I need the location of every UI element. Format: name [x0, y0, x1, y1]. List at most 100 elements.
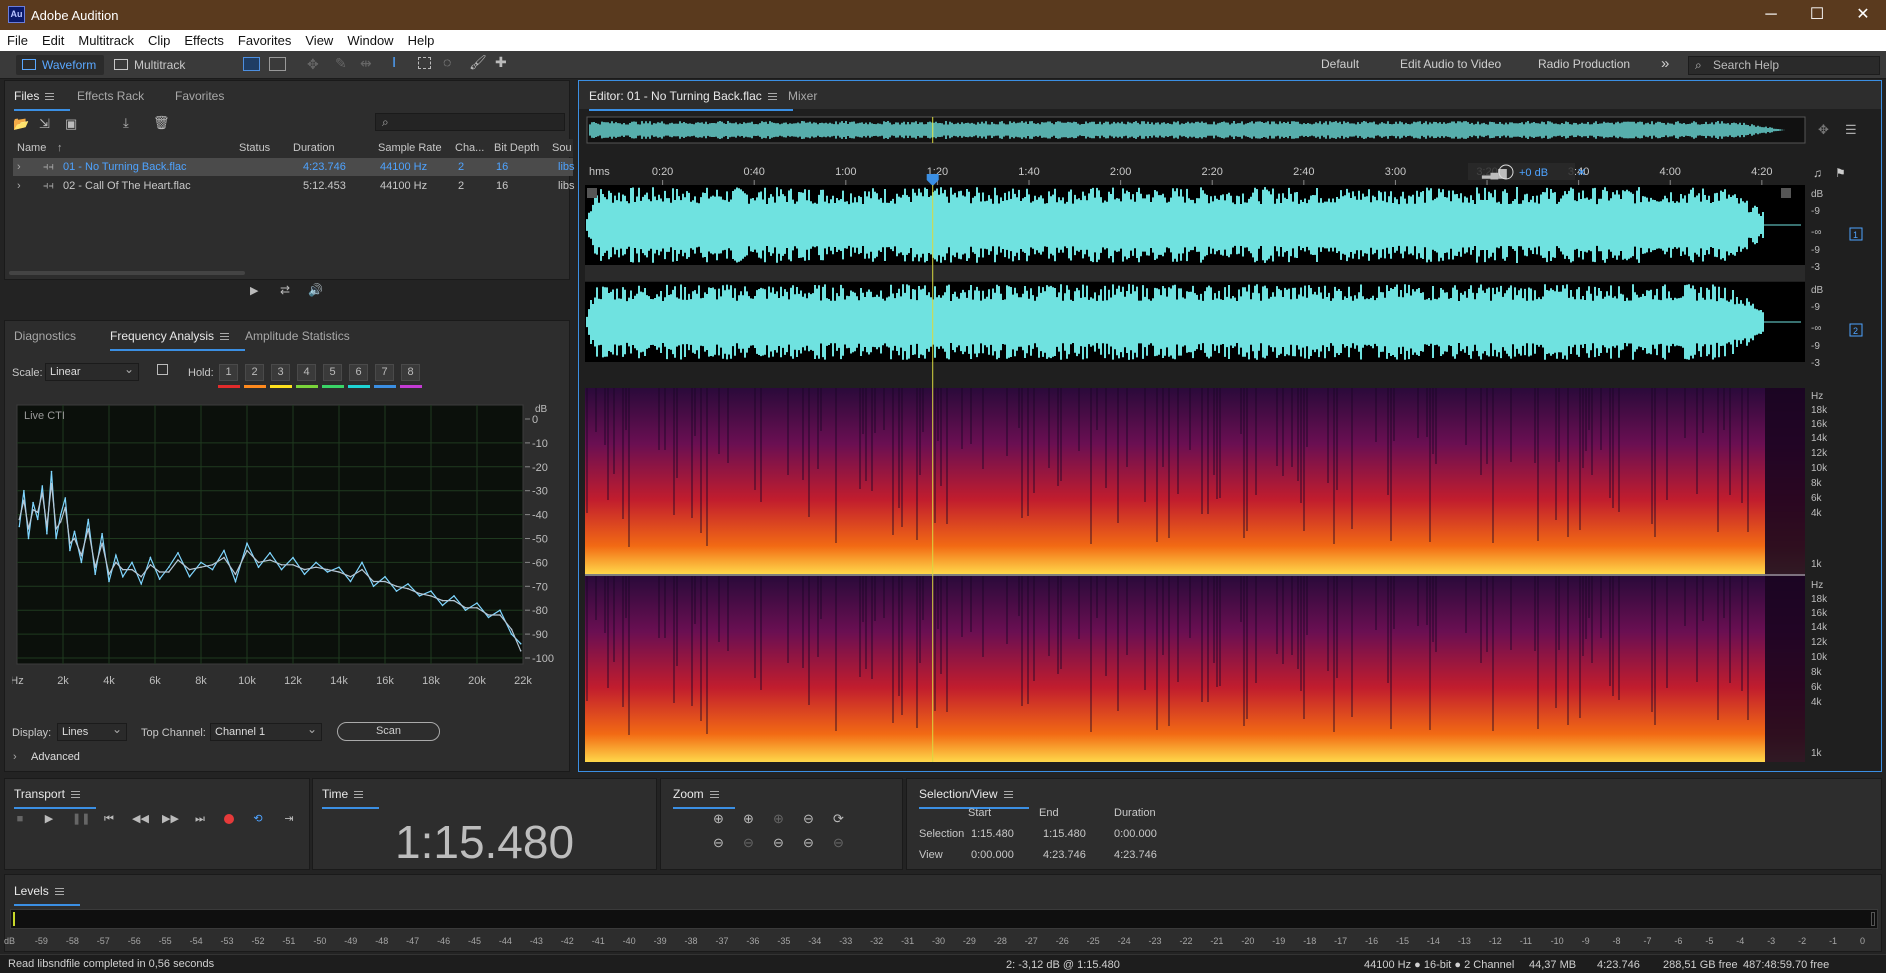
record-icon[interactable]	[222, 812, 236, 826]
snapshot-icon[interactable]	[157, 364, 168, 375]
open-file-icon[interactable]: 📂	[13, 116, 29, 132]
tab-effects-rack[interactable]: Effects Rack	[77, 89, 144, 103]
preview-play-icon[interactable]: ▶	[250, 284, 258, 297]
panel-menu-icon[interactable]	[54, 888, 64, 896]
marquee-tool-icon[interactable]	[418, 57, 431, 69]
marker-icon[interactable]: ⚑	[1835, 166, 1846, 180]
workspace-edit-audio-to-video[interactable]: Edit Audio to Video	[1400, 57, 1501, 71]
table-row[interactable]: › ⫞⫞ 01 - No Turning Back.flac 4:23.746 …	[13, 158, 575, 176]
spot-healing-tool-icon[interactable]: ✚	[495, 54, 507, 71]
pin-hud-icon[interactable]: ✕	[1577, 167, 1586, 179]
time-display[interactable]: 1:15.480	[395, 815, 574, 869]
time-selection-tool-icon[interactable]: I	[392, 54, 396, 71]
waveform-view-button[interactable]: Waveform	[16, 55, 105, 75]
hold-button-1[interactable]: 1	[219, 364, 238, 381]
panel-menu-icon[interactable]	[220, 333, 230, 341]
zoom-in-selection-icon[interactable]: ⊕	[773, 811, 784, 827]
files-search-input[interactable]: ⌕	[375, 113, 565, 131]
go-to-start-icon[interactable]: ⏮	[102, 812, 116, 826]
col-source[interactable]: Sou	[552, 139, 572, 157]
zoom-in-out-point-icon[interactable]: ⊖	[803, 811, 814, 827]
menu-effects[interactable]: Effects	[177, 30, 231, 48]
hold-button-3[interactable]: 3	[271, 364, 290, 381]
hold-button-2[interactable]: 2	[245, 364, 264, 381]
wave-corner-handle[interactable]	[587, 188, 597, 198]
tab-amplitude-statistics[interactable]: Amplitude Statistics	[245, 329, 350, 343]
advanced-chevron-icon[interactable]: ›	[13, 751, 17, 763]
close-icon[interactable]: ✕	[1840, 0, 1886, 30]
selection-end[interactable]: 1:15.480	[1043, 828, 1086, 840]
more-workspaces-button[interactable]: »	[1661, 55, 1669, 72]
panel-menu-icon[interactable]	[1003, 791, 1013, 799]
delete-icon[interactable]: 🗑	[153, 115, 170, 131]
skip-selection-icon[interactable]: ⇥	[282, 812, 296, 826]
stop-icon[interactable]: ■	[13, 812, 27, 826]
zoom-out-selection-icon[interactable]: ⊖	[833, 835, 844, 851]
pause-icon[interactable]: ❚❚	[72, 812, 90, 826]
menu-view[interactable]: View	[298, 30, 340, 48]
go-to-end-icon[interactable]: ⏭	[193, 812, 207, 826]
col-sample-rate[interactable]: Sample Rate	[378, 139, 442, 157]
menu-clip[interactable]: Clip	[141, 30, 177, 48]
move-tool-icon[interactable]: ✥	[307, 56, 319, 73]
tab-files[interactable]: Files	[14, 89, 71, 111]
insert-into-multitrack-icon[interactable]: ⤓	[123, 115, 129, 131]
zoom-reset-icon[interactable]: ⟳	[833, 811, 844, 827]
panel-menu-icon[interactable]	[709, 791, 719, 799]
loop-icon[interactable]: ⟲	[251, 812, 265, 826]
menu-favorites[interactable]: Favorites	[231, 30, 298, 48]
tab-frequency-analysis[interactable]: Frequency Analysis	[110, 329, 246, 351]
spectral-frequency-icon[interactable]	[243, 57, 260, 71]
col-bit-depth[interactable]: Bit Depth	[494, 139, 539, 157]
selection-duration[interactable]: 0:00.000	[1114, 828, 1157, 840]
minimize-icon[interactable]: ─	[1748, 0, 1794, 30]
fast-forward-icon[interactable]: ▶▶	[162, 812, 179, 826]
clip-indicator[interactable]	[1871, 912, 1875, 926]
spectral-channel-2[interactable]	[585, 576, 1805, 762]
col-name[interactable]: Name	[17, 139, 46, 157]
workspace-radio-production[interactable]: Radio Production	[1538, 57, 1630, 71]
display-dropdown[interactable]: Lines	[57, 721, 127, 741]
panel-options-icon[interactable]: ☰	[1845, 122, 1857, 137]
zoom-navigator-icon[interactable]: ✥	[1818, 122, 1829, 137]
tab-mixer[interactable]: Mixer	[788, 89, 817, 103]
zoom-out-amplitude-icon[interactable]: ⊖	[713, 835, 724, 851]
panel-menu-icon[interactable]	[70, 791, 80, 799]
panel-menu-icon[interactable]	[45, 93, 55, 101]
tab-editor[interactable]: Editor: 01 - No Turning Back.flac	[589, 89, 793, 111]
tab-diagnostics[interactable]: Diagnostics	[14, 329, 76, 343]
panel-menu-icon[interactable]	[354, 791, 364, 799]
multitrack-view-button[interactable]: Multitrack	[108, 55, 193, 75]
top-channel-dropdown[interactable]: Channel 1	[210, 721, 322, 741]
expand-icon[interactable]: ›	[17, 177, 21, 195]
rewind-icon[interactable]: ◀◀	[132, 812, 149, 826]
new-file-icon[interactable]: ▣	[65, 116, 77, 132]
menu-file[interactable]: File	[0, 30, 35, 48]
selection-start[interactable]: 1:15.480	[971, 828, 1014, 840]
zoom-to-selection-icon[interactable]: ⊖	[773, 835, 784, 851]
hold-button-5[interactable]: 5	[323, 364, 342, 381]
zoom-in-time-icon[interactable]: ⊕	[743, 811, 754, 827]
hold-button-4[interactable]: 4	[297, 364, 316, 381]
table-row[interactable]: › ⫞⫞ 02 - Call Of The Heart.flac 5:12.45…	[13, 177, 575, 195]
col-duration[interactable]: Duration	[293, 139, 335, 157]
editor-canvas[interactable]: ✥ ☰ hms 0:20 0:40 1:00 1:20 1:40 2:00 2:20 2:40…	[585, 110, 1881, 770]
headphones-icon[interactable]: ♫	[1813, 166, 1822, 180]
zoom-out-full-icon[interactable]: ⊖	[803, 835, 814, 851]
menu-multitrack[interactable]: Multitrack	[71, 30, 141, 48]
col-status[interactable]: Status	[239, 139, 270, 157]
hold-button-6[interactable]: 6	[349, 364, 368, 381]
col-channels[interactable]: Cha...	[455, 139, 484, 157]
menu-help[interactable]: Help	[401, 30, 442, 48]
preview-loop-icon[interactable]: ⇄	[280, 283, 290, 297]
maximize-icon[interactable]: ☐	[1794, 0, 1840, 30]
lasso-tool-icon[interactable]: ◌	[443, 54, 451, 70]
import-file-icon[interactable]: ⇲	[39, 116, 50, 132]
spectral-pitch-icon[interactable]	[269, 57, 286, 71]
time-ruler[interactable]	[585, 161, 1805, 185]
spectral-channel-1[interactable]	[585, 388, 1805, 574]
panel-menu-icon[interactable]	[767, 93, 777, 101]
brush-tool-icon[interactable]: 🖌	[469, 54, 487, 71]
advanced-toggle[interactable]: Advanced	[31, 751, 80, 763]
view-duration[interactable]: 4:23.746	[1114, 849, 1157, 861]
